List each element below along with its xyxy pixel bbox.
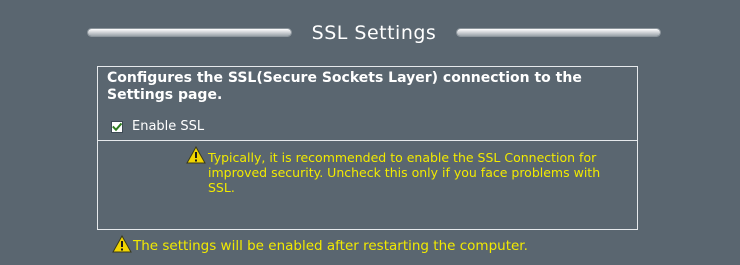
recommendation-text: Typically, it is recommended to enable t… — [208, 150, 601, 195]
checkmark-icon — [112, 122, 122, 132]
enable-ssl-label[interactable]: Enable SSL — [132, 119, 204, 135]
ssl-options-box: Configures the SSL(Secure Sockets Layer)… — [97, 66, 638, 230]
ssl-description: Configures the SSL(Secure Sockets Layer)… — [107, 70, 582, 103]
restart-notice-text: The settings will be enabled after resta… — [133, 238, 528, 254]
section-header: SSL Settings — [0, 18, 740, 50]
enable-ssl-checkbox[interactable] — [111, 121, 123, 133]
header-rule-left — [88, 29, 291, 36]
restart-notice: The settings will be enabled after resta… — [112, 234, 712, 256]
enable-ssl-option[interactable]: Enable SSL — [111, 119, 204, 135]
section-title: SSL Settings — [311, 22, 437, 44]
header-rule-right — [457, 29, 660, 36]
ssl-settings-panel: SSL Settings Configures the SSL(Secure S… — [0, 0, 740, 265]
box-divider — [98, 140, 637, 141]
warning-triangle-icon — [186, 146, 206, 164]
warning-triangle-icon — [112, 235, 132, 253]
